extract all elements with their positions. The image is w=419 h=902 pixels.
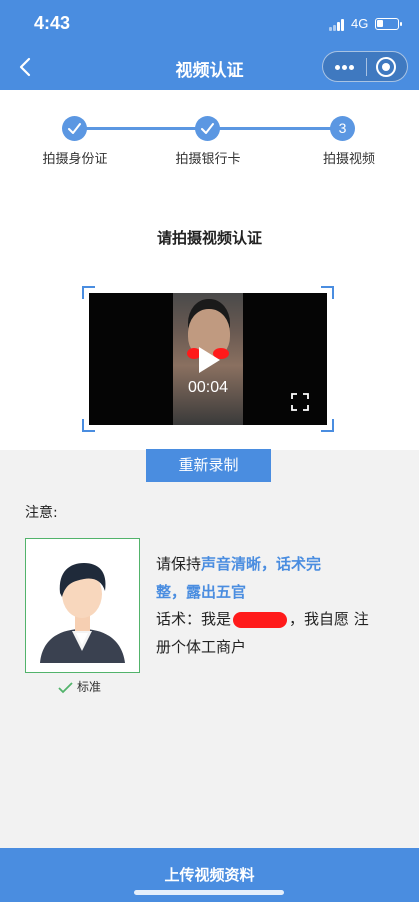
- script-suffix: ，我自愿 注: [289, 610, 369, 628]
- redacted-name: [233, 611, 288, 628]
- retake-button[interactable]: 重新录制: [146, 449, 271, 482]
- status-bar: 4:43 4G: [0, 0, 419, 44]
- step-3-current: 3: [330, 116, 355, 141]
- battery-icon: [375, 18, 402, 30]
- nav-bar: 视频认证: [0, 44, 419, 90]
- tip-prefix: 请保持: [156, 555, 202, 573]
- step-1-done-icon: [62, 116, 87, 141]
- tip-line-2: 整，露出五官: [156, 579, 246, 605]
- step-2-done-icon: [195, 116, 220, 141]
- check-icon: [58, 681, 73, 693]
- script-line-2: 册个体工商户: [156, 638, 247, 656]
- miniprogram-capsule: [322, 51, 408, 82]
- close-miniprogram-icon[interactable]: [376, 57, 396, 77]
- standard-label: 标准: [77, 680, 102, 694]
- tip-line-1: 请保持声音清晰，话术完: [156, 551, 321, 577]
- script-line-1: 话术：我是 ，我自愿 注: [156, 606, 369, 632]
- video-preview[interactable]: 00:04: [89, 293, 327, 425]
- notice-label: 注意:: [25, 505, 58, 521]
- standard-badge: 标准: [58, 678, 101, 695]
- more-options-icon[interactable]: [323, 52, 366, 81]
- step-label-id-card: 拍摄身份证: [42, 152, 108, 167]
- signal-icon: [329, 19, 345, 31]
- person-avatar-icon: [40, 563, 125, 663]
- script-prefix: 话术：我是: [156, 610, 232, 628]
- play-icon[interactable]: [197, 346, 221, 374]
- capsule-divider: [366, 58, 367, 76]
- tip-highlight: 声音清晰，话术完: [201, 555, 322, 573]
- section-title: 请拍摄视频认证: [156, 229, 262, 247]
- status-time: 4:43: [34, 13, 71, 33]
- step-connector: [75, 127, 208, 130]
- verification-panel: 3 拍摄身份证 拍摄银行卡 拍摄视频 请拍摄视频认证 00:04: [0, 90, 419, 450]
- battery-level: [377, 20, 383, 27]
- step-3-number: 3: [338, 120, 347, 136]
- tip-highlight: 整，露出五官: [156, 583, 247, 601]
- home-indicator: [134, 890, 284, 895]
- sample-portrait: [25, 538, 140, 673]
- fullscreen-icon[interactable]: [291, 393, 309, 411]
- step-label-video: 拍摄视频: [322, 152, 375, 167]
- network-type: 4G: [351, 16, 369, 31]
- step-label-bank-card: 拍摄银行卡: [175, 152, 241, 167]
- step-connector: [208, 127, 342, 130]
